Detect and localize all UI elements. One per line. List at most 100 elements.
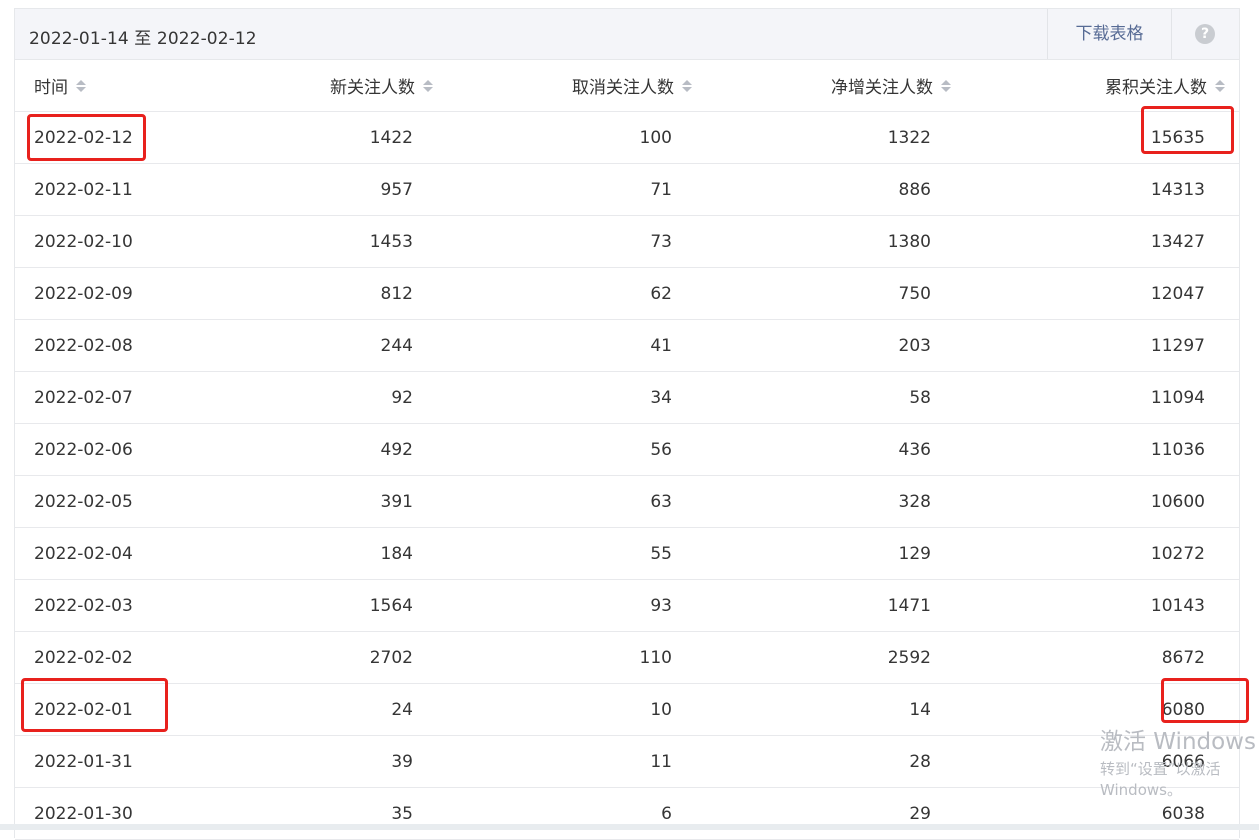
cell-value: 2022-02-04 [34, 543, 133, 564]
column-header-cumulative[interactable]: 累积关注人数 [965, 60, 1239, 112]
cell-value: 2022-02-03 [34, 595, 133, 616]
cell-value: 93 [650, 595, 672, 616]
sort-icon[interactable] [76, 79, 86, 92]
cell-value: 92 [391, 387, 413, 408]
sort-icon[interactable] [941, 79, 951, 92]
cell-value: 2592 [887, 647, 931, 668]
cell-value: 957 [380, 179, 413, 200]
cell-value: 63 [650, 491, 672, 512]
table-header-row: 时间 新关注人数 取消关注人数 净增关注人数 累积关注人数 [15, 60, 1239, 112]
data-table-panel: 2022-01-14 至 2022-02-12 下载表格 ? 时间 新关注人数 … [14, 8, 1241, 840]
cell-unfollows: 93 [447, 579, 706, 632]
cell-cumulative: 13427 [965, 215, 1239, 268]
cell-net-growth: 886 [706, 163, 965, 216]
sort-icon[interactable] [423, 79, 433, 92]
cell-net-growth: 436 [706, 423, 965, 476]
cell-cumulative: 10600 [965, 475, 1239, 528]
table-row: 2022-02-06 492 56 436 11036 [15, 423, 1239, 476]
cell-net-growth: 1380 [706, 215, 965, 268]
cell-net-growth: 29 [706, 787, 965, 840]
cell-value: 14313 [1150, 179, 1205, 200]
cell-date: 2022-02-11 [15, 163, 215, 216]
cell-value: 244 [380, 335, 413, 356]
cell-value: 1453 [369, 231, 413, 252]
cell-value: 1422 [369, 127, 413, 148]
cell-value: 2022-02-05 [34, 491, 133, 512]
cell-value: 35 [391, 803, 413, 824]
cell-value: 10272 [1150, 543, 1205, 564]
cell-value: 6 [661, 803, 672, 824]
cell-value: 11036 [1150, 439, 1205, 460]
help-button[interactable]: ? [1171, 9, 1241, 59]
cell-value: 14 [909, 699, 931, 720]
column-header-net-growth[interactable]: 净增关注人数 [706, 60, 965, 112]
cell-value: 391 [380, 491, 413, 512]
cell-value: 11297 [1150, 335, 1205, 356]
cell-new-followers: 812 [215, 267, 447, 320]
cell-date: 2022-02-02 [15, 631, 215, 684]
cell-date: 2022-02-12 [15, 111, 215, 164]
cell-unfollows: 6 [447, 787, 706, 840]
table-row: 2022-02-03 1564 93 1471 10143 [15, 579, 1239, 632]
cell-value: 55 [650, 543, 672, 564]
cell-unfollows: 63 [447, 475, 706, 528]
sort-icon[interactable] [1215, 79, 1225, 92]
cell-value: 13427 [1150, 231, 1205, 252]
cell-cumulative: 12047 [965, 267, 1239, 320]
cell-value: 58 [909, 387, 931, 408]
table-row: 2022-02-11 957 71 886 14313 [15, 163, 1239, 216]
column-header-time[interactable]: 时间 [15, 60, 215, 112]
cell-date: 2022-01-30 [15, 787, 215, 840]
cell-unfollows: 100 [447, 111, 706, 164]
column-header-label: 累积关注人数 [1105, 78, 1207, 98]
cell-date: 2022-02-03 [15, 579, 215, 632]
cell-value: 2022-02-07 [34, 387, 133, 408]
cell-value: 62 [650, 283, 672, 304]
cell-value: 8672 [1161, 647, 1205, 668]
table-row: 2022-02-02 2702 110 2592 8672 [15, 631, 1239, 684]
cell-new-followers: 391 [215, 475, 447, 528]
cell-new-followers: 184 [215, 527, 447, 580]
cell-value: 15635 [1150, 127, 1205, 148]
column-header-unfollows[interactable]: 取消关注人数 [447, 60, 706, 112]
cell-date: 2022-02-06 [15, 423, 215, 476]
cell-cumulative: 10272 [965, 527, 1239, 580]
cell-net-growth: 328 [706, 475, 965, 528]
table-body: 2022-02-12 1422 100 1322 15635 2022-02-11 957 7… [15, 111, 1239, 840]
cell-new-followers: 35 [215, 787, 447, 840]
cell-net-growth: 2592 [706, 631, 965, 684]
cell-value: 39 [391, 751, 413, 772]
cell-value: 6066 [1161, 751, 1205, 772]
sort-icon[interactable] [682, 79, 692, 92]
cell-unfollows: 41 [447, 319, 706, 372]
cell-value: 2702 [369, 647, 413, 668]
table-row: 2022-02-09 812 62 750 12047 [15, 267, 1239, 320]
cell-value: 129 [898, 543, 931, 564]
cell-date: 2022-02-09 [15, 267, 215, 320]
cell-value: 2022-02-11 [34, 179, 133, 200]
cell-cumulative: 14313 [965, 163, 1239, 216]
cell-new-followers: 957 [215, 163, 447, 216]
cell-net-growth: 750 [706, 267, 965, 320]
cell-new-followers: 2702 [215, 631, 447, 684]
cell-value: 2022-02-10 [34, 231, 133, 252]
cell-value: 2022-02-08 [34, 335, 133, 356]
cell-value: 29 [909, 803, 931, 824]
cell-value: 436 [898, 439, 931, 460]
cell-value: 12047 [1150, 283, 1205, 304]
cell-value: 11 [650, 751, 672, 772]
download-table-button[interactable]: 下载表格 [1047, 9, 1171, 59]
cell-date: 2022-02-10 [15, 215, 215, 268]
column-header-label: 新关注人数 [330, 78, 415, 98]
cell-unfollows: 55 [447, 527, 706, 580]
cell-cumulative: 11094 [965, 371, 1239, 424]
cell-value: 10 [650, 699, 672, 720]
cell-value: 56 [650, 439, 672, 460]
column-header-new-followers[interactable]: 新关注人数 [215, 60, 447, 112]
cell-value: 184 [380, 543, 413, 564]
cell-date: 2022-02-07 [15, 371, 215, 424]
cell-value: 100 [639, 127, 672, 148]
cell-cumulative: 11297 [965, 319, 1239, 372]
cell-net-growth: 14 [706, 683, 965, 736]
cell-value: 203 [898, 335, 931, 356]
